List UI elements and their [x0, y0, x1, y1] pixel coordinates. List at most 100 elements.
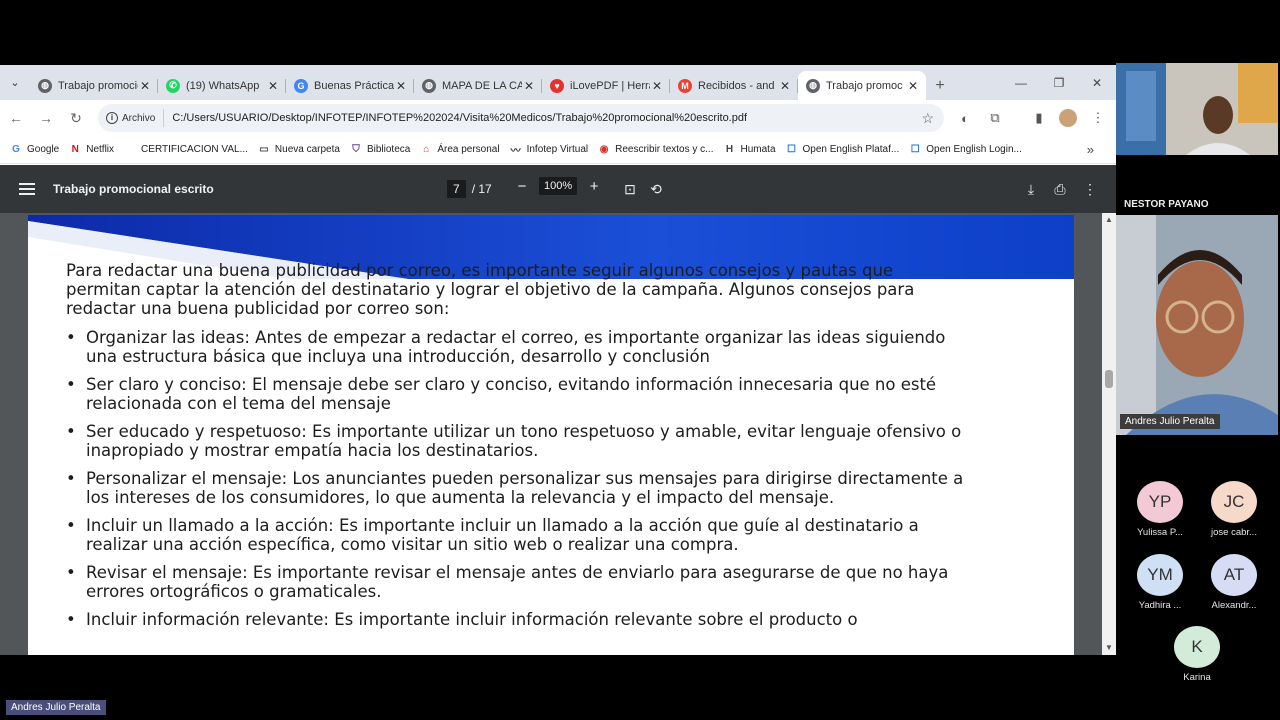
site-info-chip[interactable]: i Archivo [106, 109, 165, 127]
attendee-name: Karina [1183, 672, 1211, 683]
more-bookmarks-icon[interactable]: » [1087, 142, 1094, 157]
bookmark-star-icon[interactable]: ☆ [921, 110, 934, 127]
participant-name-label: NESTOR PAYANO [1124, 199, 1209, 210]
browser-tab[interactable]: ◍ MAPA DE LA CA ✕ [414, 71, 542, 100]
bookmark-item[interactable]: ☐ Open English Login... [909, 144, 1022, 156]
extensions-puzzle-icon[interactable]: ⧉ [986, 109, 1004, 127]
zoom-out-button[interactable]: − [511, 178, 533, 195]
url-text[interactable]: C:/Users/USUARIO/Desktop/INFOTEP/INFOTEP… [172, 112, 747, 124]
bookmark-item[interactable]: ⛉ Biblioteca [350, 144, 410, 156]
doc-icon: ☐ [910, 144, 920, 155]
browser-tab[interactable]: M Recibidos - and ✕ [670, 71, 798, 100]
browser-menu-icon[interactable]: ⋮ [1089, 109, 1107, 127]
close-tab-icon[interactable]: ✕ [650, 79, 664, 93]
extension-shield-icon[interactable]: ◐ [956, 109, 974, 127]
close-window-icon[interactable]: ✕ [1078, 65, 1116, 100]
attendee-tile[interactable]: JC jose cabr... [1199, 481, 1269, 538]
doc-icon: ☐ [787, 144, 796, 155]
speaker-video-tile[interactable]: Andres Julio Peralta [1116, 215, 1278, 435]
bookmark-item[interactable]: 〰 Infotep Virtual [510, 144, 589, 157]
rotate-icon[interactable]: ⟲ [646, 179, 666, 199]
bookmarks-bar: G Google N Netflix CERTIFICACION VAL... ▭ Nuev… [0, 136, 1116, 164]
page-number-input[interactable]: 7 [447, 180, 466, 198]
shield-icon: ⛉ [352, 144, 360, 155]
fit-page-icon[interactable]: ⊡ [620, 179, 640, 199]
n-icon: N [71, 144, 79, 155]
download-icon[interactable]: ⤓ [1021, 179, 1041, 199]
pdf-more-icon[interactable]: ⋮ [1080, 179, 1100, 199]
attendee-tile[interactable]: AT Alexandr... [1199, 554, 1269, 611]
bookmark-label: Nueva carpeta [274, 144, 340, 155]
close-tab-icon[interactable]: ✕ [138, 79, 152, 93]
reload-icon[interactable]: ↻ [62, 104, 90, 132]
g-icon: G [12, 144, 20, 155]
pdf-scrollbar[interactable]: ▲ ▼ [1102, 213, 1116, 655]
site-info-label: Archivo [122, 112, 156, 124]
bookmark-label: Biblioteca [366, 144, 411, 155]
zoom-in-button[interactable]: + [583, 178, 605, 195]
zoom-controls: − 100% + [511, 177, 605, 195]
bookmark-item[interactable]: ☐ Open English Plataf... [786, 144, 899, 156]
bookmark-item[interactable]: N Netflix [69, 144, 114, 156]
close-tab-icon[interactable]: ✕ [906, 79, 920, 93]
close-tab-icon[interactable]: ✕ [778, 79, 792, 93]
browser-window: ⌄ ◍Trabajo promocional✕✆(19) WhatsApp✕GB… [0, 65, 1116, 655]
google-icon: G [294, 78, 308, 93]
bookmark-item[interactable]: G Google [10, 144, 59, 156]
scroll-up-icon[interactable]: ▲ [1102, 215, 1116, 224]
avatar: AT [1211, 554, 1257, 596]
print-icon[interactable]: ⎙ [1050, 179, 1070, 199]
tab-title: Recibidos - and [698, 79, 775, 92]
browser-tab[interactable]: ♥ iLovePDF | Herra ✕ [542, 71, 670, 100]
tip-item: Ser claro y conciso: El mensaje debe ser… [66, 375, 966, 413]
bookmark-item[interactable]: H Humata [723, 144, 776, 156]
bookmark-item[interactable]: ◉ Reescribir textos y c... [598, 144, 714, 156]
folder-icon: ▭ [259, 144, 269, 155]
attendee-tile[interactable]: YP Yulissa P... [1125, 481, 1195, 538]
maximize-icon[interactable]: ❐ [1040, 65, 1078, 100]
tab-title: Trabajo promoc [826, 79, 903, 92]
browser-tab[interactable]: ◍ Trabajo promoc ✕ [798, 71, 926, 100]
browser-tab[interactable]: ◍ Trabajo promocional✕ [30, 71, 158, 100]
attendee-name: Alexandr... [1211, 600, 1257, 611]
tab-search-icon[interactable]: ⌄ [0, 65, 30, 100]
bookmark-item[interactable]: CERTIFICACION VAL... [124, 144, 248, 156]
zoom-level[interactable]: 100% [539, 177, 578, 195]
address-toolbar: ← → ↻ i Archivo C:/Users/USUARIO/Desktop… [0, 100, 1116, 136]
participant-video-tile[interactable] [1116, 63, 1278, 155]
profile-avatar[interactable] [1059, 109, 1077, 127]
close-tab-icon[interactable]: ✕ [266, 79, 280, 93]
address-bar[interactable]: i Archivo C:/Users/USUARIO/Desktop/INFOT… [98, 104, 944, 132]
bookmark-label: Reescribir textos y c... [615, 144, 714, 155]
bookmark-label: Infotep Virtual [526, 144, 589, 155]
side-panel-icon[interactable]: ▮ [1030, 109, 1048, 127]
bookmark-label: Open English Login... [926, 144, 1022, 155]
page-indicator: 7 / 17 [447, 179, 492, 199]
browser-tab[interactable]: G Buenas Prácticas ✕ [286, 71, 414, 100]
back-icon[interactable]: ← [2, 104, 30, 132]
tab-strip: ⌄ ◍Trabajo promocional✕✆(19) WhatsApp✕GB… [0, 65, 1116, 100]
close-tab-icon[interactable]: ✕ [394, 79, 408, 93]
new-tab-button[interactable]: + [926, 71, 954, 100]
pdf-menu-icon[interactable] [19, 183, 35, 195]
minimize-icon[interactable]: — [1002, 65, 1040, 100]
heart-icon: ♥ [550, 78, 564, 93]
participant-video [1116, 63, 1278, 155]
close-tab-icon[interactable]: ✕ [522, 79, 536, 93]
browser-tab[interactable]: ✆ (19) WhatsApp ✕ [158, 71, 286, 100]
scroll-thumb[interactable] [1105, 370, 1113, 388]
tips-list: Organizar las ideas: Antes de empezar a … [66, 328, 966, 629]
bookmark-label: CERTIFICACION VAL... [141, 144, 248, 155]
bookmark-item[interactable]: ▭ Nueva carpeta [258, 144, 340, 156]
attendee-tile[interactable]: K Karina [1162, 626, 1232, 683]
tab-title: MAPA DE LA CA [442, 79, 522, 92]
scroll-down-icon[interactable]: ▼ [1102, 643, 1116, 652]
avatar: K [1174, 626, 1220, 668]
attendee-name: jose cabr... [1211, 527, 1257, 538]
bookmark-label: Netflix [86, 144, 115, 155]
car-icon: ◉ [599, 144, 609, 155]
bookmark-item[interactable]: ⌂ Área personal [420, 144, 499, 156]
pdf-viewport[interactable]: Para redactar una buena publicidad por c… [0, 213, 1116, 655]
attendee-tile[interactable]: YM Yadhira ... [1125, 554, 1195, 611]
forward-icon[interactable]: → [32, 104, 60, 132]
